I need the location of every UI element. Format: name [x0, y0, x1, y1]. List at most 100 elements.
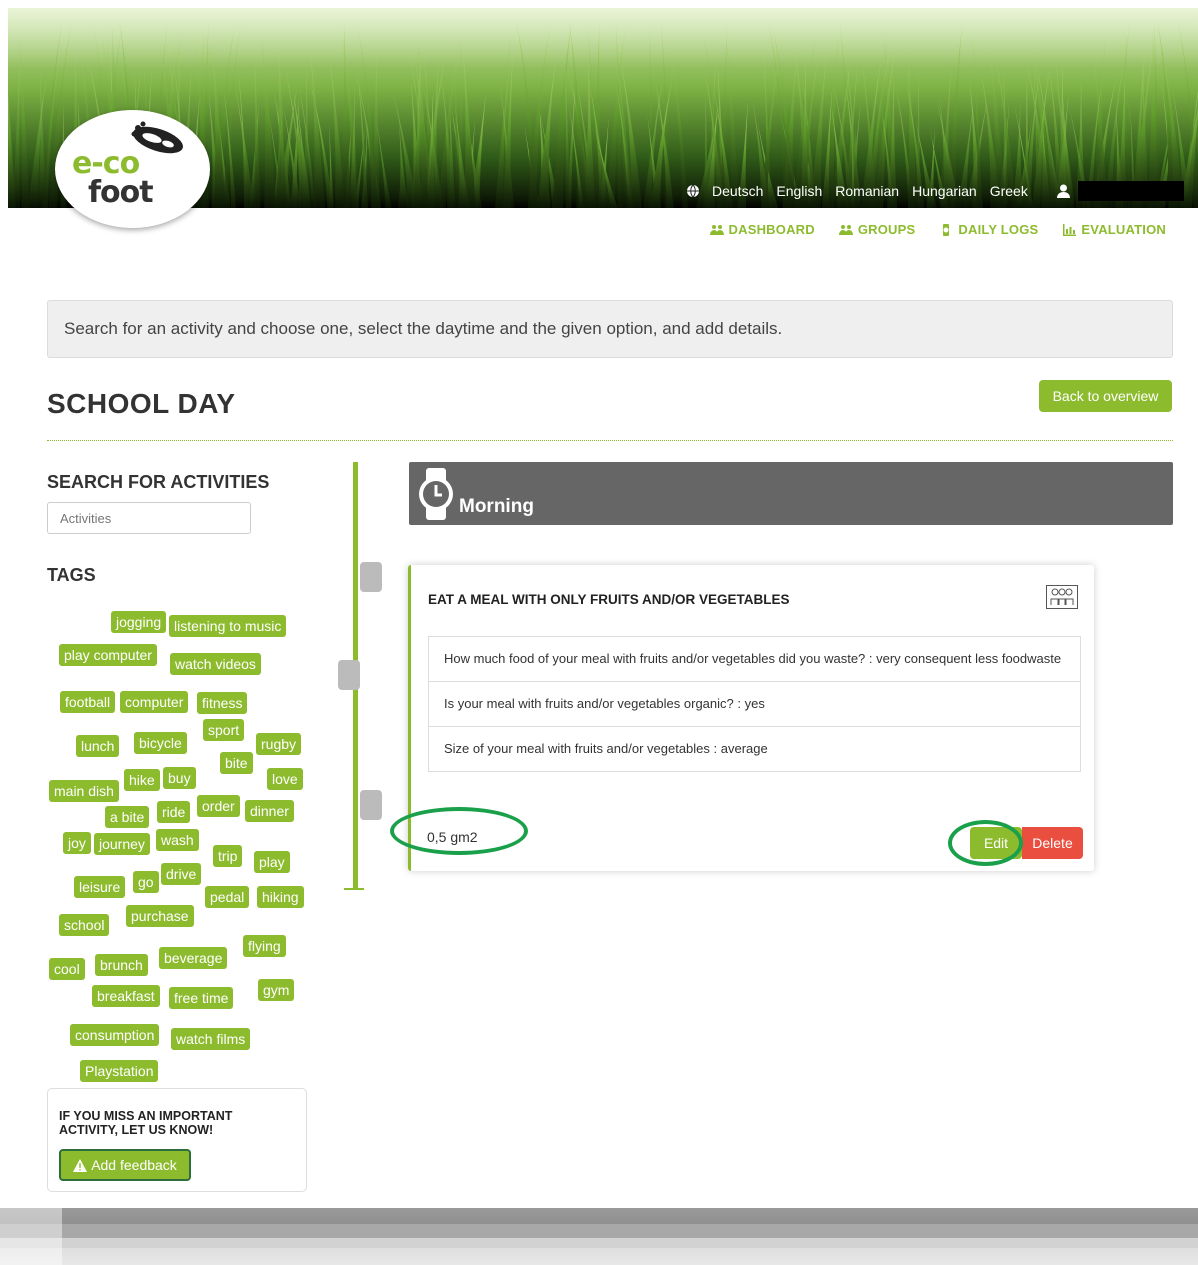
tag-journey[interactable]: journey	[94, 833, 150, 855]
logo-text: e-co foot	[72, 149, 154, 210]
grass-blade	[276, 42, 288, 208]
activities-search-input[interactable]	[47, 502, 251, 534]
instructions-bar: Search for an activity and choose one, s…	[47, 300, 1173, 358]
tag-purchase[interactable]: purchase	[126, 905, 194, 927]
activity-card: EAT A MEAL WITH ONLY FRUITS AND/OR VEGET…	[390, 565, 1094, 871]
tag-dinner[interactable]: dinner	[245, 800, 294, 822]
user-name-redacted[interactable]	[1077, 181, 1184, 201]
tag-love[interactable]: love	[267, 768, 303, 790]
tag-a-bite[interactable]: a bite	[105, 806, 150, 828]
timeline-marker	[360, 562, 382, 592]
grass-blade	[260, 31, 277, 208]
bottom-scroll-bar	[0, 1208, 1198, 1265]
tag-lunch[interactable]: lunch	[76, 735, 120, 757]
daytime-title: Morning	[459, 496, 534, 517]
warning-icon	[73, 1158, 88, 1172]
tag-sport[interactable]: sport	[203, 719, 245, 741]
add-feedback-button[interactable]: Add feedback	[59, 1149, 191, 1181]
lang-deutsch[interactable]: Deutsch	[712, 183, 763, 199]
tag-free-time[interactable]: free time	[169, 987, 234, 1009]
timeline-marker	[360, 790, 382, 820]
tag-gym[interactable]: gym	[258, 979, 295, 1001]
tag-beverage[interactable]: beverage	[159, 947, 228, 969]
highlight-ring	[948, 820, 1023, 866]
tag-school[interactable]: school	[59, 914, 110, 936]
tag-joy[interactable]: joy	[63, 832, 91, 854]
nav-evaluation[interactable]: EVALUATION	[1062, 222, 1166, 237]
detail-row: Is your meal with fruits and/or vegetabl…	[428, 682, 1081, 727]
grass-blade	[18, 32, 30, 208]
nav-dashboard[interactable]: DASHBOARD	[709, 222, 815, 237]
tag-buy[interactable]: buy	[163, 767, 196, 789]
bar-stripe	[0, 1224, 1198, 1238]
tag-listening-to-music[interactable]: listening to music	[169, 615, 287, 637]
watch-icon	[419, 468, 453, 520]
nav-daily-logs[interactable]: DAILY LOGS	[939, 222, 1038, 237]
timeline-marker	[338, 660, 360, 690]
tag-pedal[interactable]: pedal	[205, 886, 250, 908]
tag-play[interactable]: play	[254, 851, 290, 873]
tag-football[interactable]: football	[60, 691, 116, 713]
activity-title: EAT A MEAL WITH ONLY FRUITS AND/OR VEGET…	[428, 592, 790, 607]
title-divider	[47, 440, 1173, 441]
delete-button[interactable]: Delete	[1022, 827, 1083, 859]
people-icon	[838, 224, 853, 235]
activity-details: How much food of your meal with fruits a…	[428, 636, 1081, 772]
grass-blade	[253, 45, 261, 208]
logo-line-2: foot	[88, 174, 154, 210]
lang-romanian[interactable]: Romanian	[835, 183, 899, 199]
tag-hike[interactable]: hike	[124, 769, 160, 791]
page-title: SCHOOL DAY	[47, 388, 236, 419]
tag-drive[interactable]: drive	[161, 863, 202, 885]
tag-breakfast[interactable]: breakfast	[92, 985, 160, 1007]
tag-hiking[interactable]: hiking	[257, 886, 304, 908]
grass-blade	[515, 19, 539, 208]
lang-greek[interactable]: Greek	[990, 183, 1028, 199]
grass-blade	[564, 58, 571, 208]
tag-computer[interactable]: computer	[120, 691, 189, 713]
tag-fitness[interactable]: fitness	[197, 692, 248, 714]
user-icon[interactable]	[1056, 184, 1070, 198]
tag-main-dish[interactable]: main dish	[49, 780, 119, 802]
feedback-heading: IF YOU MISS AN IMPORTANT ACTIVITY, LET U…	[59, 1109, 233, 1137]
tag-leisure[interactable]: leisure	[74, 876, 126, 898]
tag-go[interactable]: go	[133, 871, 159, 893]
tag-watch-videos[interactable]: watch videos	[170, 653, 261, 675]
tag-ride[interactable]: ride	[157, 801, 191, 823]
tag-trip[interactable]: trip	[213, 845, 243, 867]
back-to-overview-button[interactable]: Back to overview	[1039, 380, 1172, 412]
daytime-section-header: Morning	[409, 462, 1173, 525]
tag-consumption[interactable]: consumption	[70, 1024, 160, 1046]
nav-evaluation-label: EVALUATION	[1081, 222, 1166, 237]
grass-blade	[328, 123, 335, 208]
nav-groups[interactable]: GROUPS	[838, 222, 916, 237]
main-navigation: DASHBOARD GROUPS DAILY LOGS EVALUATION	[709, 222, 1166, 237]
tag-wash[interactable]: wash	[156, 829, 199, 851]
globe-icon	[687, 184, 699, 198]
tag-cool[interactable]: cool	[49, 958, 85, 980]
tag-rugby[interactable]: rugby	[256, 733, 302, 755]
watch-icon	[943, 223, 950, 236]
nav-daily-logs-label: DAILY LOGS	[958, 222, 1039, 237]
detail-row: How much food of your meal with fruits a…	[428, 636, 1081, 682]
search-activities-heading: SEARCH FOR ACTIVITIES	[47, 472, 270, 492]
bar-chart-icon	[1063, 223, 1077, 236]
tag-jogging[interactable]: jogging	[111, 611, 167, 633]
tag-bicycle[interactable]: bicycle	[134, 732, 187, 754]
tags-heading: TAGS	[47, 565, 96, 585]
footprint-value: 0,5 gm2	[427, 829, 478, 845]
add-feedback-label: Add feedback	[91, 1157, 177, 1173]
tag-watch-films[interactable]: watch films	[171, 1028, 251, 1050]
detail-row: Size of your meal with fruits and/or veg…	[428, 727, 1081, 772]
lang-english[interactable]: English	[776, 183, 822, 199]
bar-stripe	[0, 1208, 62, 1265]
tag-brunch[interactable]: brunch	[95, 954, 148, 976]
people-icon	[709, 224, 724, 235]
tag-playstation[interactable]: Playstation	[80, 1060, 159, 1082]
tag-play-computer[interactable]: play computer	[59, 644, 157, 666]
tag-bite[interactable]: bite	[220, 752, 253, 774]
tag-order[interactable]: order	[197, 795, 240, 817]
lang-hungarian[interactable]: Hungarian	[912, 183, 977, 199]
tag-flying[interactable]: flying	[243, 935, 286, 957]
nav-groups-label: GROUPS	[857, 222, 916, 237]
